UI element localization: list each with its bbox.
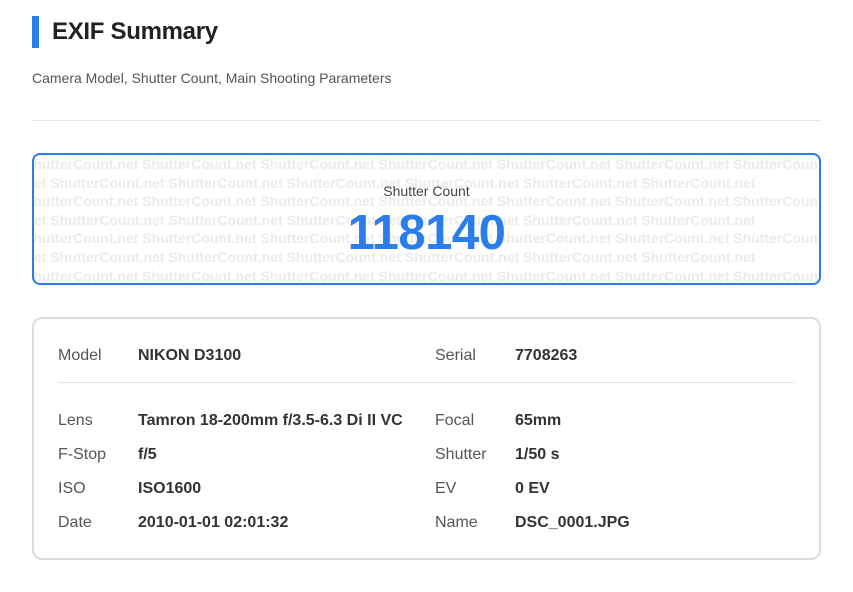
date-value: 2010-01-01 02:01:32	[138, 514, 289, 531]
details-row-date: Date 2010-01-01 02:01:32 Name DSC_0001.J…	[34, 511, 819, 535]
details-row-fstop: F-Stop f/5 Shutter 1/50 s	[34, 443, 819, 467]
ev-value: 0 EV	[515, 480, 550, 497]
shutter-count-value: 118140	[347, 206, 506, 260]
shutter-speed-label: Shutter	[435, 446, 487, 463]
lens-value: Tamron 18-200mm f/3.5-6.3 Di II VC	[138, 412, 403, 429]
shutter-count-label: Shutter Count	[383, 183, 470, 199]
shutter-speed-value: 1/50 s	[515, 446, 560, 463]
header-divider	[32, 120, 821, 121]
page-header: EXIF Summary	[32, 16, 218, 48]
page-title: EXIF Summary	[52, 18, 218, 45]
iso-label: ISO	[58, 480, 86, 497]
model-label: Model	[58, 347, 102, 364]
page-subtitle: Camera Model, Shutter Count, Main Shooti…	[32, 70, 392, 86]
serial-value: 7708263	[515, 347, 578, 364]
fstop-value: f/5	[138, 446, 157, 463]
fstop-label: F-Stop	[58, 446, 107, 463]
details-row-iso: ISO ISO1600 EV 0 EV	[34, 477, 819, 501]
focal-label: Focal	[435, 412, 475, 429]
focal-value: 65mm	[515, 412, 562, 429]
shutter-count-card: ShutterCount.net ShutterCount.net Shutte…	[32, 153, 821, 285]
ev-label: EV	[435, 480, 457, 497]
serial-label: Serial	[435, 347, 476, 364]
details-row-lens: Lens Tamron 18-200mm f/3.5-6.3 Di II VC …	[34, 409, 819, 433]
details-divider	[58, 382, 795, 383]
model-value: NIKON D3100	[138, 347, 242, 364]
iso-value: ISO1600	[138, 480, 202, 497]
filename-label: Name	[435, 514, 478, 531]
filename-value: DSC_0001.JPG	[515, 514, 630, 531]
date-label: Date	[58, 514, 92, 531]
title-accent-bar	[32, 16, 39, 48]
exif-details-card: Model NIKON D3100 Serial 7708263 Lens Ta…	[32, 317, 821, 560]
lens-label: Lens	[58, 412, 93, 429]
details-row-model: Model NIKON D3100 Serial 7708263	[34, 344, 819, 368]
